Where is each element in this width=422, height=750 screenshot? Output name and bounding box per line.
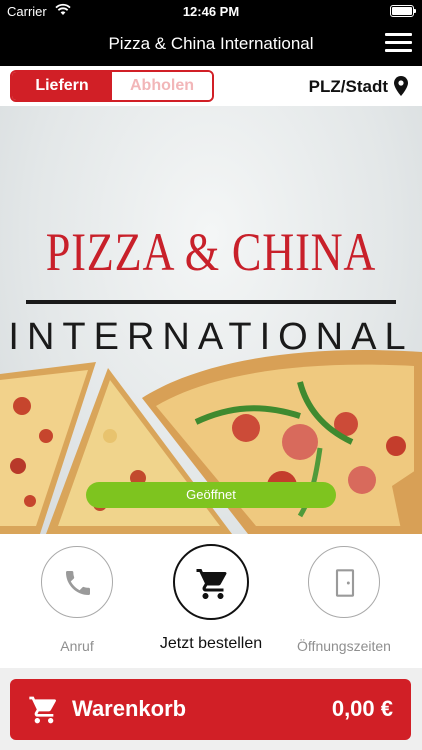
opening-hours-action[interactable]: Öffnungszeiten <box>274 546 414 666</box>
map-pin-icon[interactable] <box>394 76 408 96</box>
cart-total: 0,00 € <box>331 696 393 721</box>
cart-button[interactable]: Warenkorb 0,00 € <box>10 679 411 740</box>
shopping-cart-icon <box>196 569 227 599</box>
shopping-cart-icon <box>29 696 56 724</box>
call-label: Anruf <box>60 638 94 654</box>
open-status-badge: Geöffnet <box>86 482 336 508</box>
logo-title: PIZZA & CHINA <box>45 222 377 282</box>
order-now-button[interactable] <box>173 544 249 620</box>
order-now-label: Jetzt bestellen <box>159 635 263 652</box>
opening-hours-label: Öffnungszeiten <box>297 638 391 654</box>
toggle-option-liefern[interactable]: Liefern <box>12 72 112 100</box>
door-icon <box>335 569 355 597</box>
order-now-action[interactable]: Jetzt bestellen <box>141 544 281 666</box>
quick-actions: Anruf Jetzt bestellen Öffnungszeiten <box>0 534 422 668</box>
logo-divider <box>26 300 396 304</box>
page-title: Pizza & China International <box>108 34 314 53</box>
toggle-option-abholen[interactable]: Abholen <box>112 72 212 100</box>
hero-banner: PIZZA & CHINA INTERNATIONAL Geöffnet <box>0 106 422 534</box>
order-mode-row: Liefern Abholen PLZ/Stadt <box>0 66 422 106</box>
phone-icon <box>66 571 90 595</box>
navigation-bar: Pizza & China International <box>0 22 422 66</box>
status-bar: Carrier 12:46 PM <box>0 0 422 22</box>
call-action[interactable]: Anruf <box>7 546 147 666</box>
clock: 12:46 PM <box>182 4 240 19</box>
cart-label: Warenkorb <box>72 696 187 721</box>
logo-subtitle: INTERNATIONAL <box>8 316 414 358</box>
location-selector[interactable]: PLZ/Stadt <box>309 77 388 97</box>
battery-icon <box>390 5 416 17</box>
order-mode-toggle: Liefern Abholen <box>10 70 214 102</box>
opening-hours-button[interactable] <box>308 546 380 618</box>
hamburger-menu-icon[interactable] <box>385 32 412 54</box>
call-button[interactable] <box>41 546 113 618</box>
